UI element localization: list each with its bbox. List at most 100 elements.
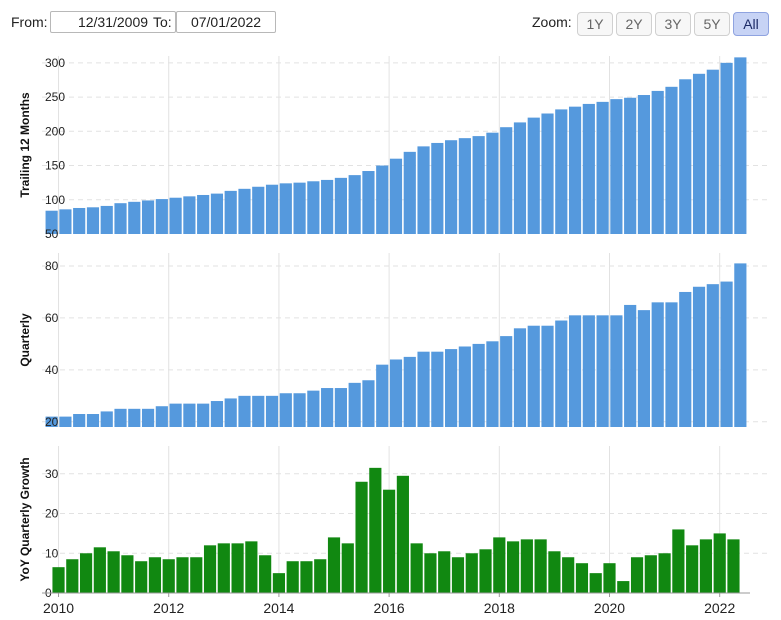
growth-bar[interactable] xyxy=(479,549,492,593)
ttm-bar[interactable] xyxy=(183,196,196,234)
quarterly-bar[interactable] xyxy=(692,286,706,427)
quarterly-bar[interactable] xyxy=(568,315,582,427)
quarterly-bar[interactable] xyxy=(224,398,237,427)
quarterly-bar[interactable] xyxy=(183,403,196,427)
growth-bar[interactable] xyxy=(203,545,217,593)
ttm-bar[interactable] xyxy=(128,201,141,234)
growth-bar[interactable] xyxy=(658,553,671,593)
growth-bar[interactable] xyxy=(438,551,451,593)
growth-bar[interactable] xyxy=(562,557,575,593)
growth-bar[interactable] xyxy=(52,567,65,593)
ttm-bar[interactable] xyxy=(252,186,265,234)
growth-bar[interactable] xyxy=(314,559,327,593)
ttm-bar[interactable] xyxy=(141,200,155,234)
ttm-bar[interactable] xyxy=(224,190,237,234)
quarterly-bar[interactable] xyxy=(100,411,113,427)
quarterly-bar[interactable] xyxy=(486,341,499,427)
growth-bar[interactable] xyxy=(272,573,285,593)
ttm-bar[interactable] xyxy=(513,122,527,234)
quarterly-bar[interactable] xyxy=(541,325,554,427)
quarterly-bar[interactable] xyxy=(445,349,458,427)
quarterly-bar[interactable] xyxy=(596,315,609,427)
ttm-bar[interactable] xyxy=(651,90,664,234)
growth-bar[interactable] xyxy=(686,545,699,593)
quarterly-bar[interactable] xyxy=(555,320,568,427)
ttm-bar[interactable] xyxy=(334,177,347,234)
ttm-bar[interactable] xyxy=(555,109,568,234)
ttm-bar[interactable] xyxy=(472,136,485,234)
ttm-bar[interactable] xyxy=(720,62,733,234)
ttm-bar[interactable] xyxy=(59,209,72,234)
ttm-bar[interactable] xyxy=(431,142,444,234)
quarterly-bar[interactable] xyxy=(169,403,182,427)
growth-bar[interactable] xyxy=(217,543,230,593)
quarterly-bar[interactable] xyxy=(293,393,306,427)
quarterly-bar[interactable] xyxy=(307,390,320,427)
growth-bar[interactable] xyxy=(396,475,409,593)
quarterly-bar[interactable] xyxy=(265,395,279,427)
quarterly-bar[interactable] xyxy=(73,414,86,427)
ttm-bar[interactable] xyxy=(692,73,706,234)
ttm-bar[interactable] xyxy=(458,138,471,234)
ttm-bar[interactable] xyxy=(155,199,168,234)
quarterly-bar[interactable] xyxy=(86,414,100,427)
quarterly-bar[interactable] xyxy=(114,408,127,427)
quarterly-bar[interactable] xyxy=(252,395,265,427)
growth-bar[interactable] xyxy=(148,557,162,593)
growth-bar[interactable] xyxy=(79,553,93,593)
ttm-bar[interactable] xyxy=(486,132,499,234)
ttm-bar[interactable] xyxy=(582,103,595,234)
growth-bar[interactable] xyxy=(300,561,313,593)
quarterly-bar[interactable] xyxy=(679,291,692,427)
quarterly-bar[interactable] xyxy=(141,408,155,427)
ttm-bar[interactable] xyxy=(86,207,100,234)
ttm-bar[interactable] xyxy=(541,113,554,234)
ttm-bar[interactable] xyxy=(596,101,609,235)
growth-bar[interactable] xyxy=(121,555,134,593)
ttm-bar[interactable] xyxy=(293,182,306,234)
quarterly-bar[interactable] xyxy=(431,351,444,427)
growth-bar[interactable] xyxy=(286,561,299,593)
quarterly-bar[interactable] xyxy=(279,393,292,427)
growth-bar[interactable] xyxy=(135,561,148,593)
growth-bar[interactable] xyxy=(66,559,79,593)
ttm-bar[interactable] xyxy=(624,97,637,234)
ttm-bar[interactable] xyxy=(445,140,458,234)
ttm-bar[interactable] xyxy=(403,151,416,234)
quarterly-bar[interactable] xyxy=(637,310,651,427)
growth-bar[interactable] xyxy=(520,539,533,593)
growth-bar[interactable] xyxy=(327,537,341,593)
growth-bar[interactable] xyxy=(589,573,602,593)
ttm-bar[interactable] xyxy=(376,165,389,234)
quarterly-bar[interactable] xyxy=(59,416,72,427)
growth-bar[interactable] xyxy=(493,537,506,593)
ttm-bar[interactable] xyxy=(610,99,623,234)
growth-bar[interactable] xyxy=(424,553,437,593)
ttm-bar[interactable] xyxy=(637,95,651,235)
growth-bar[interactable] xyxy=(534,539,547,593)
ttm-bar[interactable] xyxy=(73,207,86,234)
quarterly-bar[interactable] xyxy=(624,304,637,427)
growth-bar[interactable] xyxy=(465,553,478,593)
ttm-bar[interactable] xyxy=(679,79,692,234)
growth-bar[interactable] xyxy=(672,529,685,593)
growth-bar[interactable] xyxy=(259,555,272,593)
quarterly-bar[interactable] xyxy=(389,359,403,427)
growth-bar[interactable] xyxy=(162,559,175,593)
growth-bar[interactable] xyxy=(245,541,258,593)
quarterly-bar[interactable] xyxy=(334,388,347,427)
growth-bar[interactable] xyxy=(93,547,106,593)
ttm-bar[interactable] xyxy=(238,188,251,234)
ttm-bar[interactable] xyxy=(362,171,375,234)
growth-bar[interactable] xyxy=(548,551,561,593)
quarterly-bar[interactable] xyxy=(582,315,595,427)
growth-bar[interactable] xyxy=(699,539,713,593)
ttm-bar[interactable] xyxy=(665,86,678,234)
growth-bar[interactable] xyxy=(369,467,382,593)
growth-bar[interactable] xyxy=(410,543,423,593)
ttm-bar[interactable] xyxy=(527,117,540,234)
ttm-bar[interactable] xyxy=(114,203,127,234)
quarterly-bar[interactable] xyxy=(210,401,224,427)
quarterly-bar[interactable] xyxy=(238,395,251,427)
quarterly-bar[interactable] xyxy=(610,315,623,427)
